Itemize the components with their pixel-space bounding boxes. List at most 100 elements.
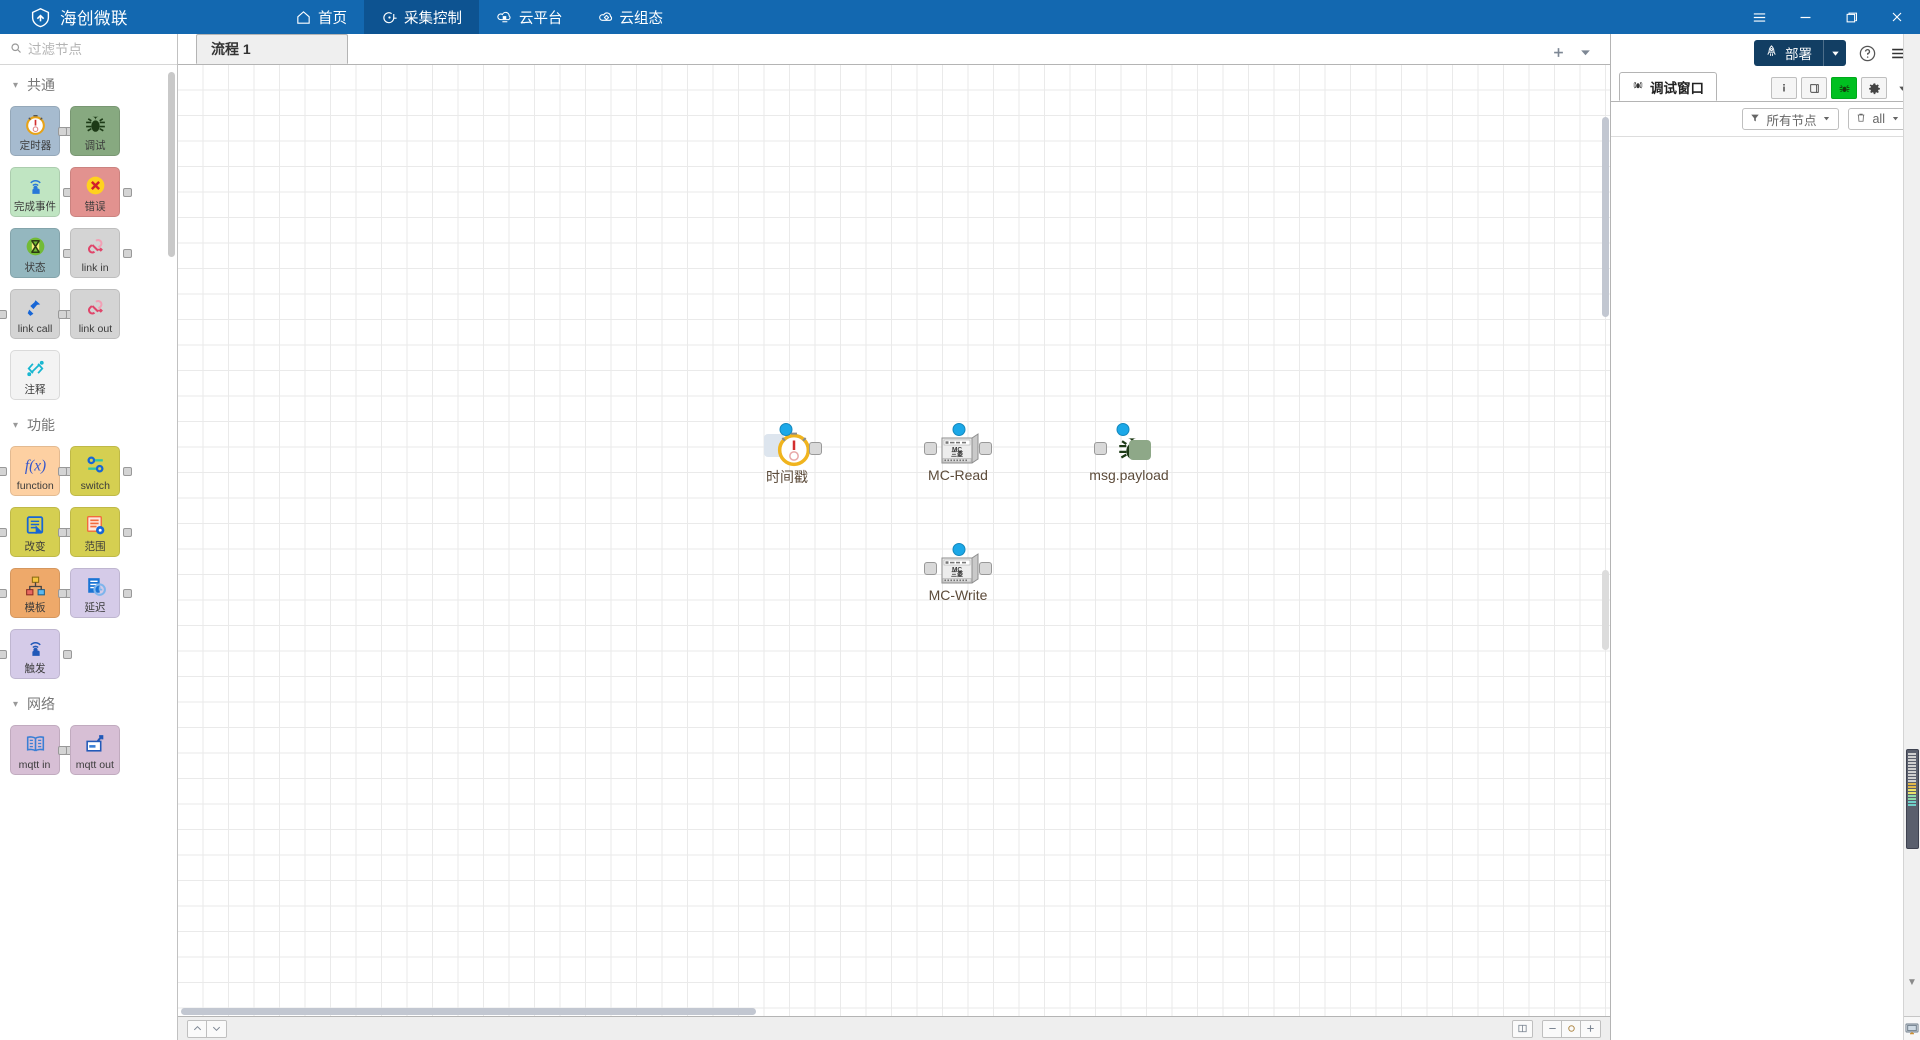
terminal-strip-icon[interactable] [1905,749,1919,849]
deploy-main[interactable]: 部署 [1754,40,1823,66]
nav-item-cloud-scada[interactable]: 云组态 [580,0,681,34]
palette-node-link-in[interactable]: link in [70,228,132,278]
palette-scrollbar[interactable] [168,72,175,257]
filter-label: 所有节点 [1766,113,1817,128]
port-input[interactable] [58,127,67,136]
port-input[interactable] [0,467,7,476]
flow-tab-label: 流程 1 [211,41,251,57]
port-output[interactable] [123,188,132,197]
brand-name: 海创微联 [60,10,128,28]
node-output-port[interactable] [979,562,992,575]
port-output[interactable] [123,467,132,476]
link-in-icon [71,233,119,260]
flow-node-mc-write[interactable]: MC 三菱 MC-Write [924,543,992,603]
port-output[interactable] [123,249,132,258]
node-input-port[interactable] [924,442,937,455]
palette-node-template[interactable]: 模板 [0,568,72,618]
flow-canvas-wrapper[interactable]: 时间戳 MC 三菱 MC-Read msg.payload MC 三菱 MC-W… [178,65,1610,1016]
palette-node-error[interactable]: 错误 [70,167,132,217]
canvas-vertical-scrollbar[interactable] [1601,65,1610,1016]
palette-scroll-area[interactable]: ▾ 共通 定时器 调试 完成事件 错误 状态 link in link call… [0,65,177,1040]
chevron-down-icon: ▾ [13,419,19,431]
flow-node-timestamp[interactable]: 时间戳 [764,423,822,485]
zoom-in-button[interactable] [1581,1020,1600,1037]
flow-menu-button[interactable] [1579,46,1592,59]
info-tool-button[interactable] [1771,77,1797,99]
port-input[interactable] [58,467,67,476]
palette-node-complete[interactable]: 完成事件 [10,167,72,217]
node-output-port[interactable] [809,442,822,455]
palette-node-delay[interactable]: 延迟 [58,568,132,618]
help-circle-icon[interactable] [1858,44,1877,63]
palette-node-mqtt-out[interactable]: mqtt out [58,725,120,775]
close-button[interactable] [1874,0,1920,34]
canvas-horizontal-scrollbar[interactable] [178,1007,1610,1016]
palette-node-switch[interactable]: switch [58,446,132,496]
canvas-vscroll-thumb[interactable] [1602,117,1609,317]
deploy-dropdown-button[interactable] [1823,40,1846,66]
flow-node-mc-read[interactable]: MC 三菱 MC-Read [924,423,992,483]
palette-node-debug[interactable]: 调试 [58,106,120,156]
palette-category-function[interactable]: ▾ 功能 [0,410,177,440]
port-input[interactable] [58,589,67,598]
expand-all-button[interactable] [207,1020,226,1037]
port-input[interactable] [58,746,67,755]
zoom-out-button[interactable] [1543,1020,1562,1037]
palette-search-box[interactable] [0,34,177,65]
canvas-hscroll-thumb[interactable] [181,1008,756,1015]
app-menu-button[interactable] [1736,0,1782,34]
node-input-port[interactable] [1094,442,1107,455]
palette-node-range[interactable]: 范围 [58,507,132,557]
palette-node-label: 触发 [24,663,46,675]
zoom-reset-button[interactable] [1562,1020,1581,1037]
palette-category-network[interactable]: ▾ 网络 [0,689,177,719]
debug-node-filter-button[interactable]: 所有节点 [1742,108,1840,130]
debug-clear-button[interactable]: all [1848,108,1908,130]
palette-filter-input[interactable] [28,41,167,57]
palette-node-timer[interactable]: 定时器 [10,106,72,156]
palette-node-link-call[interactable]: link call [0,289,72,339]
node-input-port[interactable] [924,562,937,575]
palette-node-status[interactable]: 状态 [10,228,72,278]
add-flow-button[interactable] [1551,45,1566,60]
tab-debug-window[interactable]: 调试窗口 [1619,72,1717,101]
port-input[interactable] [58,528,67,537]
debug-tool-button[interactable] [1831,77,1857,99]
minimize-button[interactable] [1782,0,1828,34]
monitor-icon[interactable] [1904,1016,1920,1040]
port-output[interactable] [123,589,132,598]
config-tool-button[interactable] [1861,77,1887,99]
palette-node-trigger[interactable]: 触发 [0,629,72,679]
node-output-port[interactable] [979,442,992,455]
nav-item-home[interactable]: 首页 [278,0,364,34]
flow-node-debug-msg-payload[interactable]: msg.payload [1089,423,1169,483]
navigator-button[interactable] [1513,1020,1532,1037]
flow-canvas[interactable]: 时间戳 MC 三菱 MC-Read msg.payload MC 三菱 MC-W… [178,65,1610,1016]
debug-message-list[interactable] [1611,136,1920,1040]
help-tool-button[interactable] [1801,77,1827,99]
outline-buttons [187,1019,227,1038]
collapse-all-button[interactable] [188,1020,207,1037]
port-input[interactable] [58,310,67,319]
chevron-down-icon[interactable]: ▼ [1907,977,1917,988]
port-output[interactable] [63,650,72,659]
palette-node-change[interactable]: 改变 [0,507,72,557]
deploy-button[interactable]: 部署 [1754,40,1846,66]
palette-node-comment[interactable]: 注释 [10,350,60,400]
palette-node-link-out[interactable]: link out [58,289,120,339]
port-output[interactable] [123,528,132,537]
nav-item-collect-control[interactable]: 采集控制 [364,0,479,34]
palette-node-function[interactable]: f(x) function [0,446,72,496]
canvas-vscroll-thumb-secondary[interactable] [1602,570,1609,650]
port-input[interactable] [0,528,7,537]
port-input[interactable] [0,589,7,598]
palette-node-mqtt-in[interactable]: mqtt in [10,725,72,775]
flow-tab-1[interactable]: 流程 1 [196,34,348,64]
port-input[interactable] [0,310,7,319]
shield-home-icon [30,7,51,28]
nav-item-cloud-platform[interactable]: 云平台 [479,0,580,34]
port-input[interactable] [0,650,7,659]
maximize-button[interactable] [1828,0,1874,34]
palette-category-common[interactable]: ▾ 共通 [0,70,177,100]
search-icon [10,42,22,57]
